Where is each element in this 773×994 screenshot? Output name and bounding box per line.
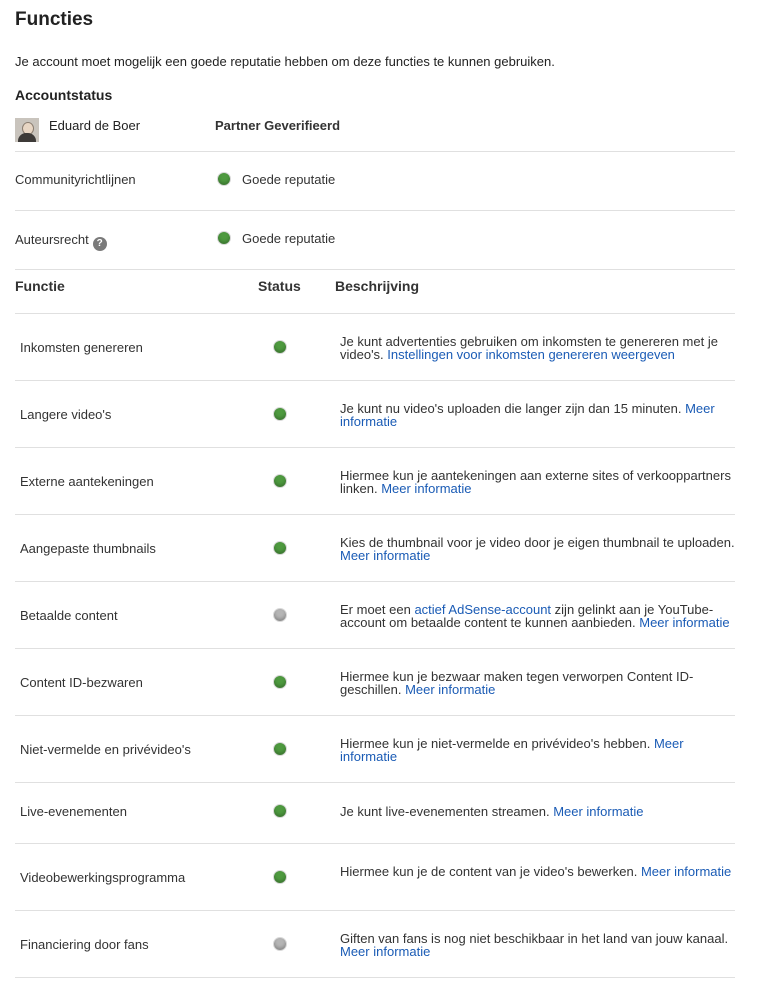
feature-row: Videobewerkingsprogramma Hiermee kun je d…	[15, 844, 735, 911]
feature-status	[273, 742, 287, 761]
feature-row: Niet-vermelde en privévideo's Hiermee kun…	[15, 716, 735, 783]
col-description-header: Beschrijving	[335, 278, 420, 294]
status-dot-icon	[273, 804, 287, 818]
page-title: Functies	[15, 9, 94, 30]
feature-row: Content ID-bezwaren Hiermee kun je bezwaa…	[15, 649, 735, 716]
feature-description-text: Hiermee kun je bezwaar maken tegen verwo…	[340, 669, 694, 697]
feature-status	[273, 541, 287, 560]
col-feature-header: Functie	[15, 278, 65, 294]
user-name: Eduard de Boer	[49, 118, 141, 133]
status-dot-icon	[217, 231, 231, 245]
feature-status	[273, 804, 287, 823]
status-dot-icon	[273, 474, 287, 488]
feature-description: Giften van fans is nog niet beschikbaar …	[340, 932, 735, 958]
partner-status: Partner Geverifieerd	[215, 118, 341, 133]
status-dot-icon	[217, 172, 231, 186]
community-guidelines-label: Communityrichtlijnen	[15, 172, 136, 187]
feature-status	[273, 675, 287, 694]
feature-name: Videobewerkingsprogramma	[20, 870, 186, 885]
feature-description-text: Je kunt live-evenementen streamen.	[340, 804, 550, 819]
more-info-link[interactable]: Meer informatie	[340, 548, 430, 563]
feature-status	[273, 474, 287, 493]
feature-description: Hiermee kun je aantekeningen aan externe…	[340, 469, 735, 495]
more-info-link[interactable]: Meer informatie	[553, 804, 643, 819]
feature-description: Je kunt advertenties gebruiken om inkoms…	[340, 335, 735, 361]
features-table-header: Functie Status Beschrijving	[15, 278, 735, 314]
feature-row: Live-evenementen Je kunt live-evenementen…	[15, 777, 735, 844]
feature-status	[273, 870, 287, 889]
feature-description: Hiermee kun je de content van je video's…	[340, 865, 735, 878]
account-status-heading: Accountstatus	[15, 87, 113, 103]
feature-description: Je kunt nu video's uploaden die langer z…	[340, 402, 735, 428]
more-info-link[interactable]: Meer informatie	[405, 682, 495, 697]
help-icon[interactable]: ?	[92, 237, 107, 251]
status-dot-icon	[273, 675, 287, 689]
feature-status	[273, 340, 287, 359]
more-info-link[interactable]: Instellingen voor inkomsten genereren we…	[387, 347, 675, 362]
copyright-row: Auteursrecht? Goede reputatie	[15, 211, 735, 270]
more-info-link[interactable]: Meer informatie	[641, 864, 731, 879]
feature-status	[273, 608, 287, 627]
feature-name: Financiering door fans	[20, 937, 149, 952]
more-info-link[interactable]: Meer informatie	[340, 944, 430, 959]
account-user-row: Eduard de Boer Partner Geverifieerd	[15, 117, 735, 152]
status-dot-icon	[273, 407, 287, 421]
feature-name: Langere video's	[20, 407, 112, 422]
feature-row: Betaalde content Er moet een actief AdSen…	[15, 582, 735, 649]
community-status-text: Goede reputatie	[242, 172, 336, 187]
feature-name: Live-evenementen	[20, 804, 127, 819]
features-page: Functies Je account moet mogelijk een go…	[0, 0, 773, 994]
feature-row: Langere video's Je kunt nu video's upload…	[15, 381, 735, 448]
feature-row: Financiering door fans Giften van fans is…	[15, 911, 735, 978]
feature-status	[273, 407, 287, 426]
feature-row: Aangepaste thumbnails Kies de thumbnail v…	[15, 515, 735, 582]
status-dot-icon	[273, 742, 287, 756]
feature-name: Aangepaste thumbnails	[20, 541, 156, 556]
intro-text: Je account moet mogelijk een goede reput…	[15, 54, 555, 69]
feature-name: Externe aantekeningen	[20, 474, 154, 489]
status-dot-icon	[273, 340, 287, 354]
feature-description: Kies de thumbnail voor je video door je …	[340, 536, 735, 562]
feature-description: Hiermee kun je niet-vermelde en privévid…	[340, 737, 735, 763]
feature-name: Content ID-bezwaren	[20, 675, 143, 690]
copyright-status-text: Goede reputatie	[242, 231, 336, 246]
feature-row: Externe aantekeningen Hiermee kun je aant…	[15, 448, 735, 515]
status-dot-icon	[273, 937, 287, 951]
feature-description-text: Hiermee kun je de content van je video's…	[340, 864, 638, 879]
feature-description: Je kunt live-evenementen streamen. Meer …	[340, 805, 735, 818]
col-status-header: Status	[258, 278, 301, 294]
copyright-label-wrap: Auteursrecht?	[15, 232, 107, 251]
feature-description: Er moet een actief AdSense-account zijn …	[340, 603, 735, 629]
status-dot-icon	[273, 870, 287, 884]
feature-description: Hiermee kun je bezwaar maken tegen verwo…	[340, 670, 735, 696]
status-dot-icon	[273, 608, 287, 622]
more-info-link[interactable]: Meer informatie	[381, 481, 471, 496]
more-info-link[interactable]: Meer informatie	[639, 615, 729, 630]
feature-name: Betaalde content	[20, 608, 118, 623]
feature-name: Niet-vermelde en privévideo's	[20, 742, 191, 757]
community-guidelines-row: Communityrichtlijnen Goede reputatie	[15, 152, 735, 211]
feature-status	[273, 937, 287, 956]
feature-name: Inkomsten genereren	[20, 340, 143, 355]
feature-row: Inkomsten genereren Je kunt advertenties …	[15, 314, 735, 381]
avatar	[15, 118, 39, 142]
status-dot-icon	[273, 541, 287, 555]
copyright-label: Auteursrecht	[15, 232, 89, 247]
